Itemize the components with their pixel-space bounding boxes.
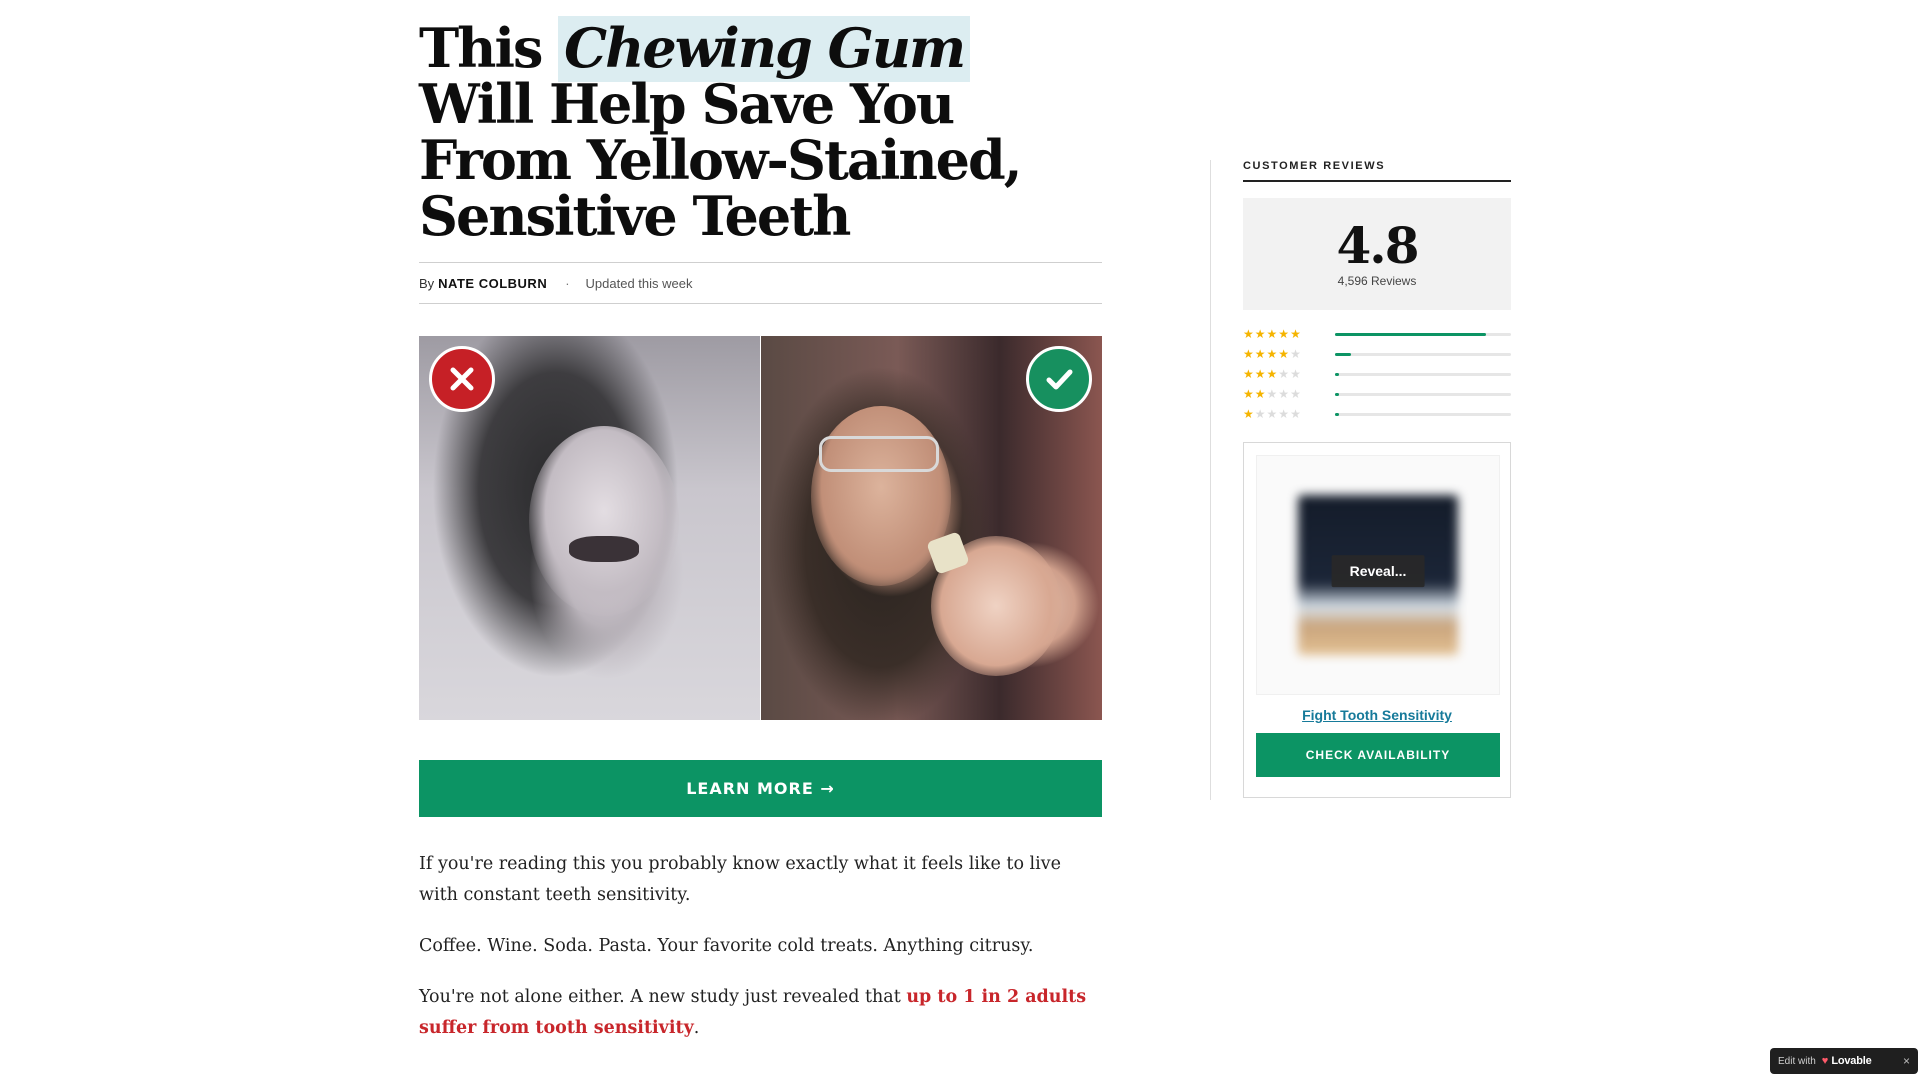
star-rating: ★ ★ ★ ★ ★: [1243, 348, 1335, 360]
rating-bar-fill: [1335, 372, 1339, 376]
learn-more-button[interactable]: LEARN MORE →: [419, 760, 1102, 817]
product-card: Reveal... Fight Tooth Sensitivity CHECK …: [1243, 442, 1511, 798]
article: This Chewing Gum Will Help Save You From…: [419, 16, 1102, 1064]
rating-row: ★ ★ ★ ★ ★: [1243, 324, 1511, 344]
edit-with-lovable-badge[interactable]: Edit with ♥ Lovable ×: [1770, 1048, 1918, 1074]
star-icon: ★: [1266, 387, 1278, 401]
star-icon: ★: [1278, 327, 1290, 341]
star-icon: ★: [1290, 407, 1301, 421]
lovable-brand: Lovable: [1831, 1055, 1872, 1067]
sidebar-divider: [1210, 160, 1211, 800]
edit-label: Edit with: [1778, 1055, 1816, 1067]
x-icon: [429, 346, 495, 412]
star-icon: ★: [1254, 367, 1266, 381]
checkmark-icon: [1026, 346, 1092, 412]
star-icon: ★: [1278, 367, 1290, 381]
byline-separator: ·: [565, 275, 570, 291]
star-icon: ★: [1243, 407, 1254, 421]
after-photo: [761, 336, 1102, 720]
star-icon: ★: [1243, 327, 1254, 341]
rating-row: ★ ★ ★ ★ ★: [1243, 364, 1511, 384]
rating-bar: [1335, 352, 1511, 356]
rating-bar-fill: [1335, 412, 1339, 416]
paragraph-2: Coffee. Wine. Soda. Pasta. Your favorite…: [419, 936, 1034, 956]
rating-distribution: ★ ★ ★ ★ ★ ★ ★ ★ ★ ★ ★ ★ ★ ★ ★ ★ ★ ★ ★ ★ ★ ★ ★ ★ ★: [1243, 324, 1511, 424]
review-count: 4,596 Reviews: [1337, 274, 1417, 288]
before-face: [529, 426, 679, 616]
after-face: [811, 406, 951, 586]
rating-bar: [1335, 372, 1511, 376]
star-icon: ★: [1254, 407, 1266, 421]
author-name[interactable]: NATE COLBURN: [438, 276, 547, 291]
star-icon: ★: [1290, 387, 1301, 401]
hero-comparison-image: [419, 336, 1102, 720]
star-icon: ★: [1254, 327, 1266, 341]
rating-bar-fill: [1335, 332, 1487, 336]
star-icon: ★: [1243, 367, 1254, 381]
star-icon: ★: [1243, 387, 1254, 401]
star-rating: ★ ★ ★ ★ ★: [1243, 408, 1335, 420]
star-icon: ★: [1278, 407, 1290, 421]
star-rating: ★ ★ ★ ★ ★: [1243, 388, 1335, 400]
star-icon: ★: [1290, 347, 1301, 361]
star-icon: ★: [1278, 387, 1290, 401]
star-icon: ★: [1254, 387, 1266, 401]
star-icon: ★: [1266, 327, 1278, 341]
star-icon: ★: [1278, 347, 1290, 361]
star-icon: ★: [1254, 347, 1266, 361]
star-rating: ★ ★ ★ ★ ★: [1243, 368, 1335, 380]
star-icon: ★: [1290, 327, 1301, 341]
paragraph-3: You're not alone either. A new study jus…: [419, 982, 1102, 1044]
paragraph-3-text: You're not alone either. A new study jus…: [419, 987, 907, 1007]
rating-bar-fill: [1335, 352, 1351, 356]
page-title: This Chewing Gum Will Help Save You From…: [419, 16, 1102, 244]
paragraph-1: If you're reading this you probably know…: [419, 854, 1061, 905]
star-icon: ★: [1266, 347, 1278, 361]
rating-bar: [1335, 332, 1511, 336]
rating-row: ★ ★ ★ ★ ★: [1243, 404, 1511, 424]
close-icon[interactable]: ×: [1903, 1054, 1910, 1068]
star-icon: ★: [1266, 407, 1278, 421]
before-photo: [419, 336, 760, 720]
sidebar: CUSTOMER REVIEWS 4.8 4,596 Reviews ★ ★ ★ ★ ★…: [1243, 160, 1511, 798]
glasses-shape: [819, 436, 939, 472]
star-icon: ★: [1243, 347, 1254, 361]
product-image[interactable]: Reveal...: [1256, 455, 1500, 695]
rating-row: ★ ★ ★ ★ ★: [1243, 344, 1511, 364]
rating-summary: 4.8 4,596 Reviews: [1243, 198, 1511, 310]
reviews-heading: CUSTOMER REVIEWS: [1243, 160, 1511, 182]
lovable-heart-icon: ♥: [1821, 1055, 1829, 1067]
average-rating: 4.8: [1336, 216, 1420, 275]
paragraph-3-end: .: [693, 1018, 700, 1038]
before-mouth: [569, 536, 639, 562]
byline-prefix: By: [419, 275, 435, 291]
rating-row: ★ ★ ★ ★ ★: [1243, 384, 1511, 404]
star-rating: ★ ★ ★ ★ ★: [1243, 328, 1335, 340]
updated-date: Updated this week: [585, 275, 693, 291]
product-link[interactable]: Fight Tooth Sensitivity: [1256, 707, 1498, 723]
check-availability-button[interactable]: CHECK AVAILABILITY: [1256, 733, 1500, 777]
article-body: If you're reading this you probably know…: [419, 849, 1102, 1044]
rating-bar: [1335, 392, 1511, 396]
byline: By NATE COLBURN · Updated this week: [419, 262, 1102, 304]
headline-rest: Will Help Save You From Yellow-Stained, …: [419, 72, 1023, 248]
star-icon: ★: [1290, 367, 1301, 381]
headline-prefix: This: [419, 16, 559, 80]
star-icon: ★: [1266, 367, 1278, 381]
rating-bar-fill: [1335, 392, 1339, 396]
reveal-button[interactable]: Reveal...: [1331, 555, 1425, 588]
rating-bar: [1335, 412, 1511, 416]
